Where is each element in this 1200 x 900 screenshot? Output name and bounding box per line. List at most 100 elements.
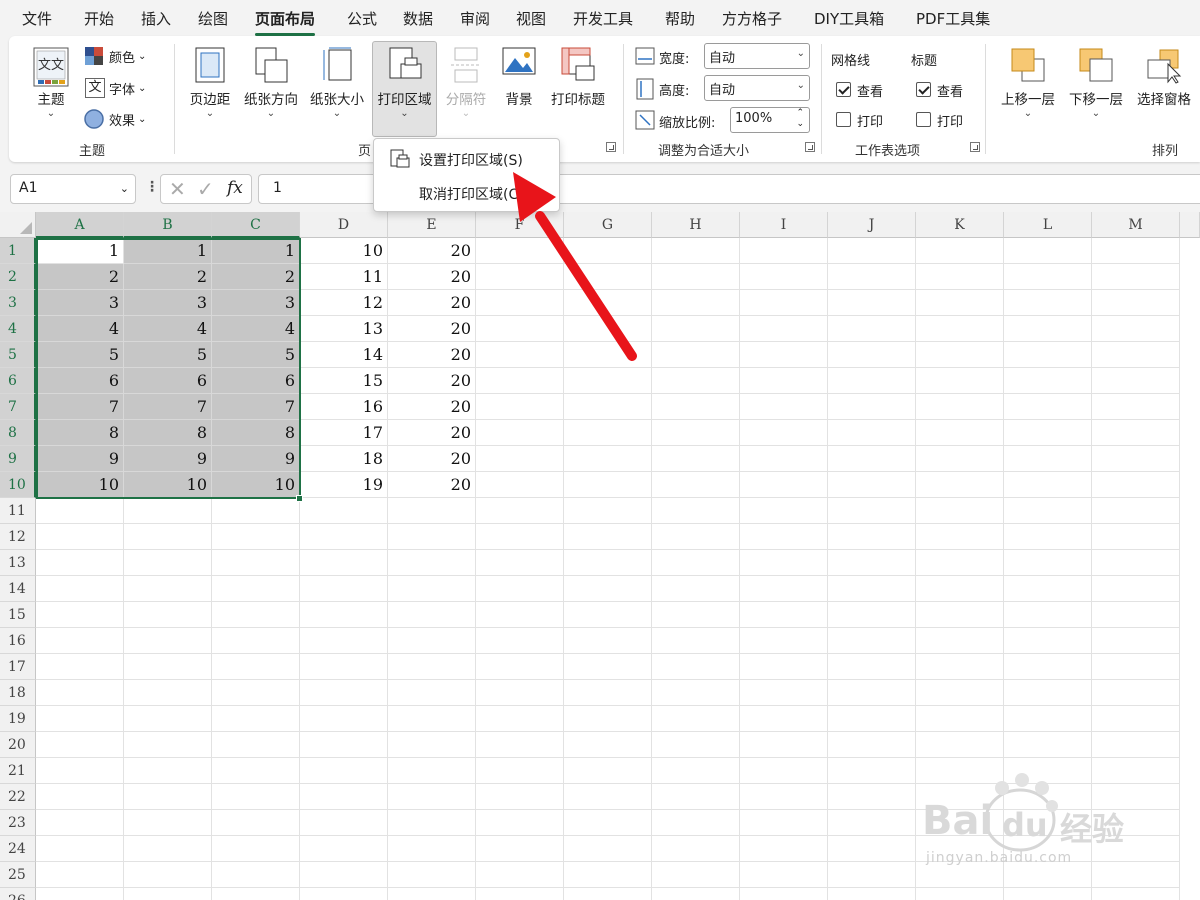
clear-print-area-item[interactable]: 取消打印区域(C) xyxy=(374,177,559,209)
cell-a14[interactable] xyxy=(36,576,124,602)
cell-b6[interactable]: 6 xyxy=(124,368,212,394)
cell-h3[interactable] xyxy=(652,290,740,316)
cell-k18[interactable] xyxy=(916,680,1004,706)
cell-g11[interactable] xyxy=(564,498,652,524)
cell-k8[interactable] xyxy=(916,420,1004,446)
cell-g19[interactable] xyxy=(564,706,652,732)
cell-c8[interactable]: 8 xyxy=(212,420,300,446)
cell-c2[interactable]: 2 xyxy=(212,264,300,290)
cell-i10[interactable] xyxy=(740,472,828,498)
cell-h25[interactable] xyxy=(652,862,740,888)
row-header-19[interactable]: 19 xyxy=(0,706,36,732)
cell-a19[interactable] xyxy=(36,706,124,732)
cell-e12[interactable] xyxy=(388,524,476,550)
row-header-22[interactable]: 22 xyxy=(0,784,36,810)
cell-d1[interactable]: 10 xyxy=(300,238,388,264)
cell-e23[interactable] xyxy=(388,810,476,836)
cell-h12[interactable] xyxy=(652,524,740,550)
cell-g20[interactable] xyxy=(564,732,652,758)
cell-k24[interactable] xyxy=(916,836,1004,862)
cell-l8[interactable] xyxy=(1004,420,1092,446)
cell-m23[interactable] xyxy=(1092,810,1180,836)
row-header-9[interactable]: 9 xyxy=(0,446,36,472)
cell-c25[interactable] xyxy=(212,862,300,888)
cell-j21[interactable] xyxy=(828,758,916,784)
cell-g17[interactable] xyxy=(564,654,652,680)
cell-d6[interactable]: 15 xyxy=(300,368,388,394)
cell-k17[interactable] xyxy=(916,654,1004,680)
cell-a22[interactable] xyxy=(36,784,124,810)
cell-l24[interactable] xyxy=(1004,836,1092,862)
cell-i13[interactable] xyxy=(740,550,828,576)
cell-e3[interactable]: 20 xyxy=(388,290,476,316)
cell-b24[interactable] xyxy=(124,836,212,862)
cell-l11[interactable] xyxy=(1004,498,1092,524)
tab-review[interactable]: 审阅 xyxy=(460,8,490,29)
cell-l22[interactable] xyxy=(1004,784,1092,810)
cell-c17[interactable] xyxy=(212,654,300,680)
cell-h24[interactable] xyxy=(652,836,740,862)
cell-k26[interactable] xyxy=(916,888,1004,900)
cell-a5[interactable]: 5 xyxy=(36,342,124,368)
row-header-7[interactable]: 7 xyxy=(0,394,36,420)
cell-e6[interactable]: 20 xyxy=(388,368,476,394)
cell-j5[interactable] xyxy=(828,342,916,368)
cell-f22[interactable] xyxy=(476,784,564,810)
cell-l26[interactable] xyxy=(1004,888,1092,900)
cell-i8[interactable] xyxy=(740,420,828,446)
cell-i16[interactable] xyxy=(740,628,828,654)
cell-g22[interactable] xyxy=(564,784,652,810)
cell-i3[interactable] xyxy=(740,290,828,316)
cell-b23[interactable] xyxy=(124,810,212,836)
row-header-3[interactable]: 3 xyxy=(0,290,36,316)
orientation-button[interactable]: 纸张方向 ⌄ xyxy=(239,42,303,136)
insert-function-icon[interactable]: fx xyxy=(227,178,243,198)
cell-e15[interactable] xyxy=(388,602,476,628)
cell-a11[interactable] xyxy=(36,498,124,524)
row-header-8[interactable]: 8 xyxy=(0,420,36,446)
print-area-button[interactable]: 打印区域 ⌄ xyxy=(372,41,437,137)
cell-b15[interactable] xyxy=(124,602,212,628)
cell-f18[interactable] xyxy=(476,680,564,706)
cell-j19[interactable] xyxy=(828,706,916,732)
page-setup-launcher-icon[interactable] xyxy=(606,142,616,152)
cell-l21[interactable] xyxy=(1004,758,1092,784)
cell-g16[interactable] xyxy=(564,628,652,654)
cell-k23[interactable] xyxy=(916,810,1004,836)
cell-i1[interactable] xyxy=(740,238,828,264)
column-header-c[interactable]: C xyxy=(212,212,300,238)
cell-h15[interactable] xyxy=(652,602,740,628)
cell-i17[interactable] xyxy=(740,654,828,680)
cell-m7[interactable] xyxy=(1092,394,1180,420)
cell-h4[interactable] xyxy=(652,316,740,342)
cell-f23[interactable] xyxy=(476,810,564,836)
set-print-area-item[interactable]: 设置打印区域(S) xyxy=(374,143,559,175)
cell-a9[interactable]: 9 xyxy=(36,446,124,472)
select-all-corner[interactable] xyxy=(0,212,36,238)
cell-m13[interactable] xyxy=(1092,550,1180,576)
cell-d21[interactable] xyxy=(300,758,388,784)
cell-l10[interactable] xyxy=(1004,472,1092,498)
cell-f7[interactable] xyxy=(476,394,564,420)
cell-i25[interactable] xyxy=(740,862,828,888)
cell-m6[interactable] xyxy=(1092,368,1180,394)
cell-k9[interactable] xyxy=(916,446,1004,472)
scale-input[interactable]: 100% ⌃ ⌄ xyxy=(730,107,810,133)
cell-d7[interactable]: 16 xyxy=(300,394,388,420)
row-header-11[interactable]: 11 xyxy=(0,498,36,524)
cell-a24[interactable] xyxy=(36,836,124,862)
cell-d25[interactable] xyxy=(300,862,388,888)
cell-d9[interactable]: 18 xyxy=(300,446,388,472)
cell-k12[interactable] xyxy=(916,524,1004,550)
cell-d11[interactable] xyxy=(300,498,388,524)
cell-m22[interactable] xyxy=(1092,784,1180,810)
cell-k21[interactable] xyxy=(916,758,1004,784)
cell-j11[interactable] xyxy=(828,498,916,524)
cell-m10[interactable] xyxy=(1092,472,1180,498)
cell-j12[interactable] xyxy=(828,524,916,550)
selection-pane-button[interactable]: 选择窗格 xyxy=(1131,42,1197,136)
cell-d14[interactable] xyxy=(300,576,388,602)
cell-a7[interactable]: 7 xyxy=(36,394,124,420)
row-header-6[interactable]: 6 xyxy=(0,368,36,394)
cell-i22[interactable] xyxy=(740,784,828,810)
